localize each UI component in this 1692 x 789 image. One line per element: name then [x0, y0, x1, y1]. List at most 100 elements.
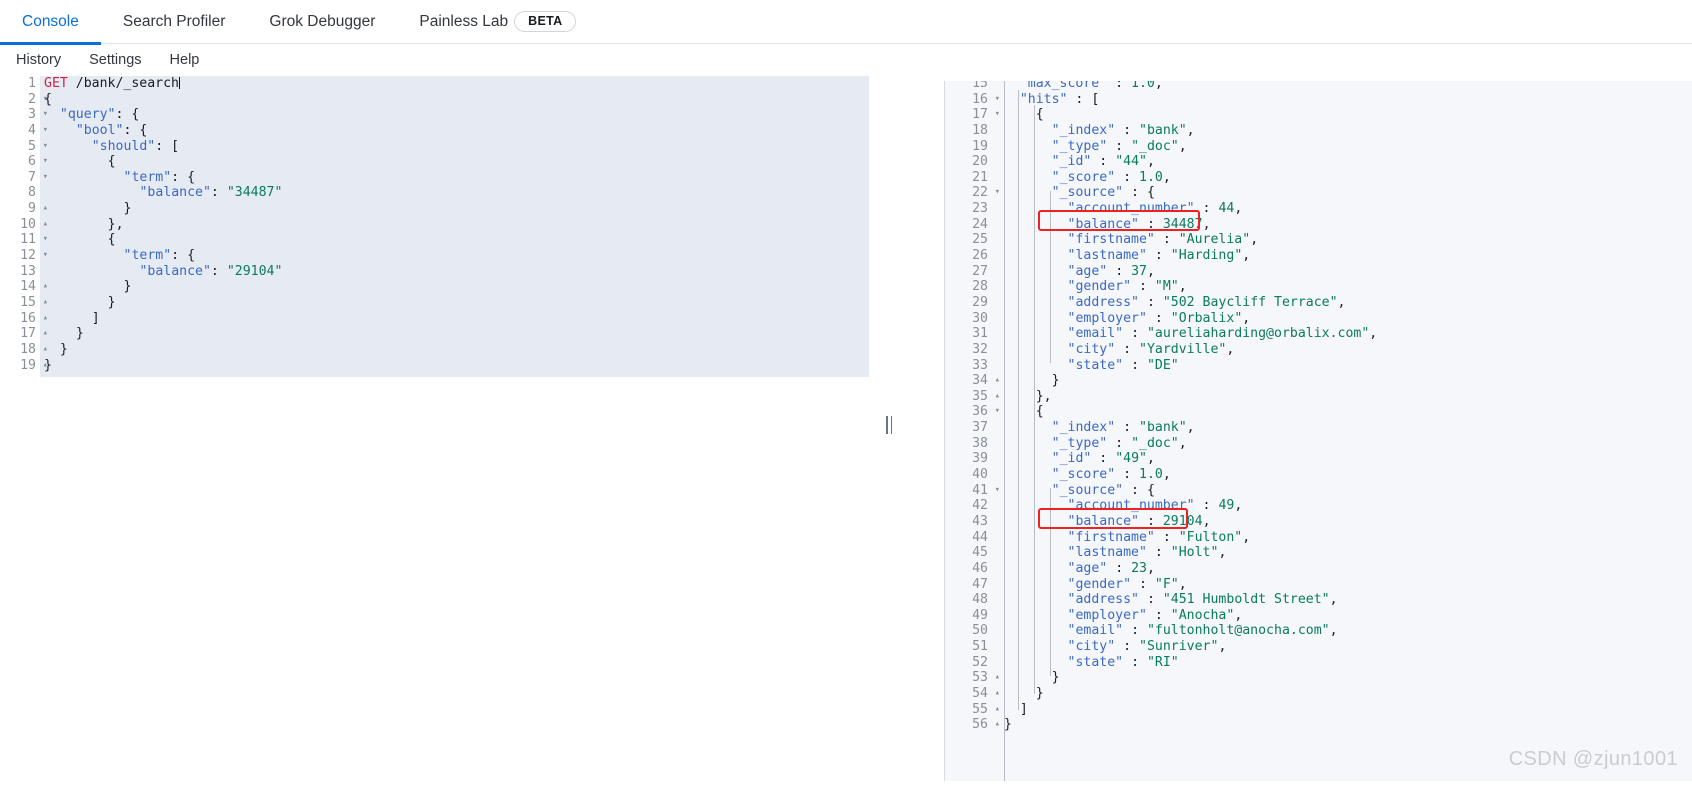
code-line[interactable]: "employer" : "Orbalix", [988, 311, 1377, 327]
code-line[interactable]: "state" : "DE" [988, 358, 1377, 374]
code-line[interactable]: "term": { [44, 170, 282, 186]
code-line[interactable]: "_source" : { [988, 185, 1377, 201]
code-line[interactable]: "_id" : "49", [988, 451, 1377, 467]
line-number: 18 ▴ [20, 341, 48, 357]
code-line[interactable]: } [44, 326, 282, 342]
code-line[interactable]: "city" : "Yardville", [988, 342, 1377, 358]
line-number: 51 [972, 639, 988, 655]
code-line[interactable]: } [988, 373, 1377, 389]
code-line[interactable]: "query": { [44, 107, 282, 123]
code-line[interactable]: } [44, 279, 282, 295]
code-line[interactable]: "should": [ [44, 139, 282, 155]
code-line[interactable]: }, [44, 217, 282, 233]
code-line[interactable]: "lastname" : "Holt", [988, 545, 1377, 561]
tab-painless-lab[interactable]: Painless Lab BETA [397, 0, 598, 44]
code-line[interactable]: "account_number" : 49, [988, 498, 1377, 514]
code-line[interactable]: } [44, 342, 282, 358]
splitter-drag-handle[interactable] [884, 416, 894, 434]
code-line[interactable]: "_index" : "bank", [988, 123, 1377, 139]
tab-grok-debugger[interactable]: Grok Debugger [247, 0, 397, 44]
line-number: 49 [972, 607, 988, 623]
line-number: 28 [972, 279, 988, 295]
response-viewer-pane[interactable]: 15 16 ▾ 17 ▾ 18 19 20 21 22 ▾ 23 24 25 26 27 28 29 30 31 32 3… [944, 76, 1692, 781]
code-line[interactable]: "city" : "Sunriver", [988, 639, 1377, 655]
indent-guide-2 [1018, 90, 1019, 710]
code-line[interactable]: "bool": { [44, 123, 282, 139]
code-line[interactable]: "employer" : "Anocha", [988, 608, 1377, 624]
code-line[interactable]: { [988, 404, 1377, 420]
code-line[interactable]: "email" : "aureliaharding@orbalix.com", [988, 326, 1378, 342]
pane-splitter[interactable] [869, 76, 944, 781]
line-number: 27 [972, 263, 988, 279]
line-number: 45 [972, 545, 988, 561]
code-line[interactable]: GET /bank/_search [44, 76, 282, 92]
code-line[interactable]: } [44, 295, 282, 311]
code-line[interactable]: } [988, 686, 1377, 702]
code-line[interactable]: } [44, 201, 282, 217]
console-workspace: 1 2 ▾ 3 ▾ 4 ▾ 5 ▾ 6 ▾ 7 ▾ 8 9 ▴ 10 ▴ 11 ▾ 12 ▾ 13 14 ▴ 15 ▴ 16 ▴ 17 ▴ 1… [0, 76, 1692, 781]
line-number: 7 ▾ [28, 169, 48, 185]
line-number: 6 ▾ [28, 154, 48, 170]
code-line[interactable]: "email" : "fultonholt@anocha.com", [988, 623, 1377, 639]
menu-item-settings[interactable]: Settings [75, 44, 155, 76]
code-line[interactable]: "balance": "34487" [44, 185, 282, 201]
code-line[interactable]: "lastname" : "Harding", [988, 248, 1377, 264]
code-line[interactable]: "firstname" : "Fulton", [988, 530, 1377, 546]
code-line[interactable]: "balance": "29104" [44, 264, 282, 280]
menu-item-help[interactable]: Help [156, 44, 214, 76]
line-number: 39 [972, 451, 988, 467]
code-line[interactable]: "balance" : 34487, [988, 217, 1377, 233]
code-line[interactable]: "address" : "502 Baycliff Terrace", [988, 295, 1377, 311]
line-number: 32 [972, 341, 988, 357]
line-number: 14 ▴ [20, 279, 48, 295]
code-line[interactable]: "hits" : [ [988, 92, 1377, 108]
line-number: 3 ▾ [28, 107, 48, 123]
code-line[interactable]: "_index" : "bank", [988, 420, 1377, 436]
code-line[interactable]: "address" : "451 Humboldt Street", [988, 592, 1377, 608]
line-number: 36 ▾ [972, 404, 1000, 420]
code-line[interactable]: "account_number" : 44, [988, 201, 1377, 217]
tab-search-profiler[interactable]: Search Profiler [101, 0, 248, 44]
code-line[interactable]: "gender" : "F", [988, 577, 1377, 593]
indent-guide-3 [1034, 105, 1035, 694]
code-line[interactable]: "_type" : "_doc", [988, 139, 1377, 155]
code-line[interactable]: { [44, 232, 282, 248]
code-line[interactable]: { [44, 92, 282, 108]
code-line[interactable]: "term": { [44, 248, 282, 264]
code-line[interactable]: "age" : 23, [988, 561, 1377, 577]
code-line[interactable]: "_id" : "44", [988, 154, 1377, 170]
code-line[interactable]: "firstname" : "Aurelia", [988, 232, 1377, 248]
line-number: 55 ▴ [972, 701, 1000, 717]
code-line[interactable]: } [988, 670, 1377, 686]
request-editor-content[interactable]: GET /bank/_search{ "query": { "bool": { … [44, 76, 282, 373]
response-viewer-content[interactable]: "max_score" : 1.0, "hits" : [ { "_index"… [988, 76, 1377, 733]
code-line[interactable]: } [988, 717, 1377, 733]
code-line[interactable]: "_score" : 1.0, [988, 170, 1377, 186]
code-line[interactable]: "gender" : "M", [988, 279, 1377, 295]
code-line[interactable]: "_type" : "_doc", [988, 436, 1377, 452]
code-line[interactable]: { [988, 107, 1377, 123]
code-line[interactable]: { [44, 154, 282, 170]
code-line[interactable]: "age" : 37, [988, 264, 1377, 280]
line-number: 35 ▴ [972, 388, 1000, 404]
tab-console-label: Console [22, 12, 79, 30]
tab-painless-lab-label: Painless Lab [419, 12, 509, 30]
menu-item-history[interactable]: History [2, 44, 75, 76]
line-number: 5 ▾ [28, 138, 48, 154]
code-line[interactable]: ] [44, 311, 282, 327]
line-number: 23 [972, 201, 988, 217]
code-line[interactable]: "state" : "RI" [988, 655, 1377, 671]
code-line[interactable]: } [44, 358, 282, 374]
code-line[interactable]: "_source" : { [988, 483, 1377, 499]
line-number: 21 [972, 169, 988, 185]
text-cursor [179, 77, 180, 89]
code-line[interactable]: }, [988, 389, 1377, 405]
line-number: 30 [972, 310, 988, 326]
tab-console[interactable]: Console [0, 0, 101, 45]
line-number: 15 ▴ [20, 294, 48, 310]
code-line[interactable]: "_score" : 1.0, [988, 467, 1377, 483]
code-line[interactable]: ] [988, 702, 1377, 718]
line-number: 19 [972, 138, 988, 154]
code-line[interactable]: "balance" : 29104, [988, 514, 1377, 530]
request-editor-pane[interactable]: 1 2 ▾ 3 ▾ 4 ▾ 5 ▾ 6 ▾ 7 ▾ 8 9 ▴ 10 ▴ 11 ▾ 12 ▾ 13 14 ▴ 15 ▴ 16 ▴ 17 ▴ 1… [0, 76, 869, 781]
